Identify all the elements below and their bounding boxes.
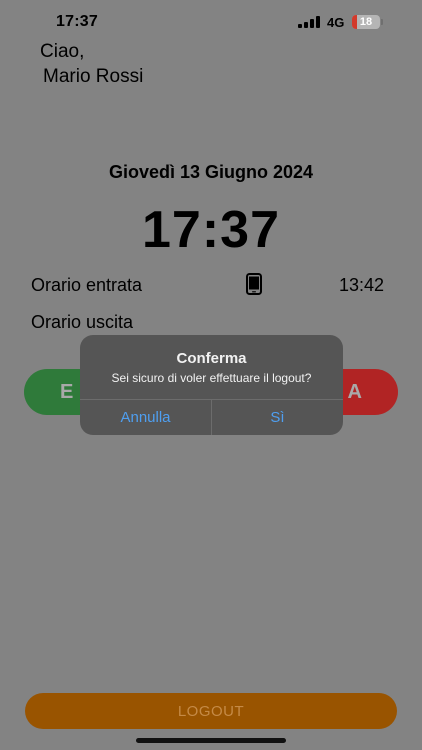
battery-icon: 18 xyxy=(352,15,380,29)
smartphone-icon xyxy=(246,273,262,295)
current-clock: 17:37 xyxy=(142,201,280,259)
logout-button[interactable]: LOGOUT xyxy=(25,693,397,729)
dialog-message: Sei sicuro di voler effettuare il logout… xyxy=(111,371,312,385)
signal-bars-icon xyxy=(298,16,320,28)
logout-confirm-dialog: Conferma Sei sicuro di voler effettuare … xyxy=(80,335,343,435)
dialog-title: Conferma xyxy=(176,350,247,367)
greeting-salutation: Ciao, xyxy=(40,41,85,62)
exit-time-label: Orario uscita xyxy=(31,312,134,332)
status-time: 17:37 xyxy=(56,13,98,30)
status-bar: 17:37 4G 18 xyxy=(0,0,422,44)
uscita-button-label: A xyxy=(347,380,362,403)
home-indicator[interactable] xyxy=(136,738,286,743)
battery-tip xyxy=(381,19,383,25)
cancel-button[interactable]: Annulla xyxy=(80,400,211,435)
entry-time-value: 13:42 xyxy=(339,275,385,295)
confirm-logout-button[interactable]: Sì xyxy=(212,400,343,435)
entrata-button-label: E xyxy=(60,380,74,403)
network-type: 4G xyxy=(327,15,345,30)
battery-level: 18 xyxy=(359,16,373,28)
app-screen: 17:37 4G 18 Ciao, Mario Rossi Giovedì 13… xyxy=(0,0,422,750)
greeting-user-name: Mario Rossi xyxy=(43,66,144,87)
current-date: Giovedì 13 Giugno 2024 xyxy=(108,162,314,182)
entry-time-label: Orario entrata xyxy=(31,275,143,295)
